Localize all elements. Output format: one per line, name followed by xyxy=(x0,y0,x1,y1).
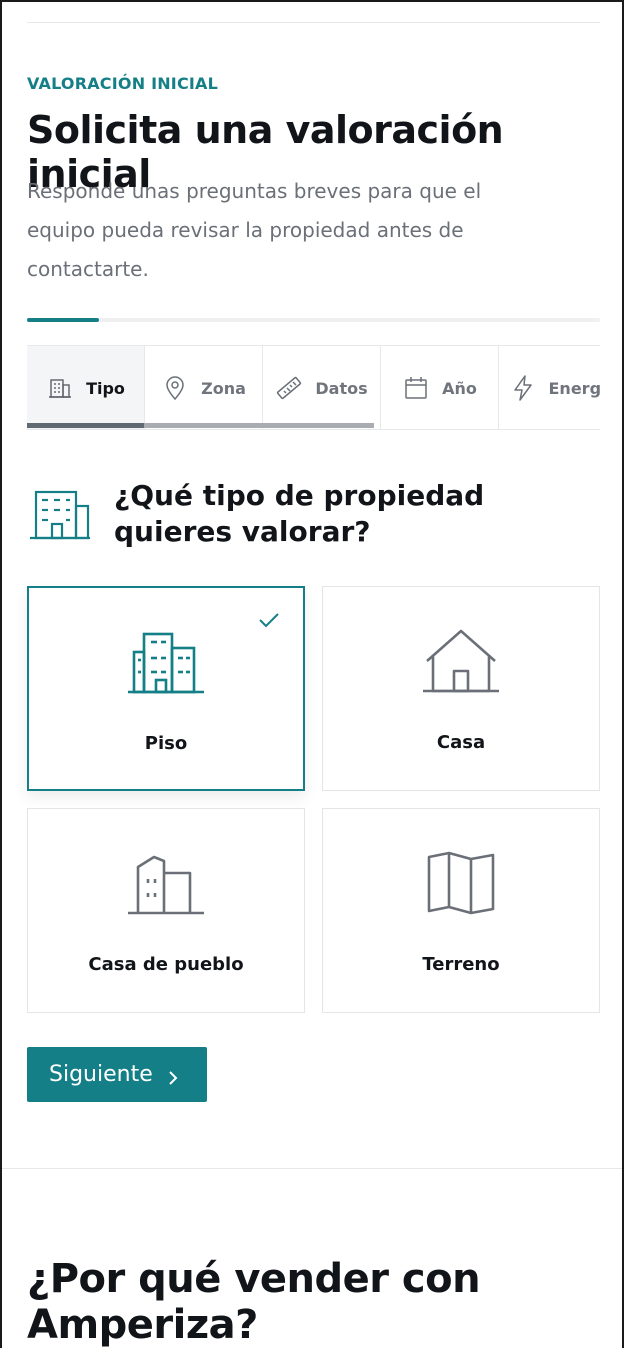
option-label: Piso xyxy=(144,733,188,754)
map-pin-icon xyxy=(161,374,189,402)
option-label: Casa de pueblo xyxy=(88,954,244,975)
town-house-icon xyxy=(124,849,208,921)
tab-energia[interactable]: Energí xyxy=(499,346,601,429)
form-description: Responde unas preguntas breves para que … xyxy=(27,179,482,281)
section-divider xyxy=(2,1168,622,1169)
why-sell-heading: ¿Por qué vender con Amperiza? xyxy=(27,1256,481,1348)
step-tabs: Tipo Zona Datos Año Energ xyxy=(27,345,600,430)
progress-bar xyxy=(27,318,600,322)
section-eyebrow: VALORACIÓN INICIAL xyxy=(27,74,219,93)
option-terreno[interactable]: Terreno xyxy=(322,808,600,1013)
tabs-scrollbar-thumb[interactable] xyxy=(27,423,144,428)
tab-label: Año xyxy=(442,378,477,398)
tab-label: Tipo xyxy=(86,378,125,398)
tab-tipo[interactable]: Tipo xyxy=(27,346,145,429)
option-piso[interactable]: Piso xyxy=(27,586,305,791)
checkmark-icon xyxy=(257,610,281,630)
tab-label: Zona xyxy=(201,378,246,398)
tab-datos[interactable]: Datos xyxy=(263,346,381,429)
next-button-label: Siguiente xyxy=(49,1062,153,1087)
tab-label: Energí xyxy=(548,378,601,398)
folded-map-icon xyxy=(419,849,503,921)
option-label: Casa xyxy=(436,732,486,753)
building-icon xyxy=(46,374,74,402)
page-frame: VALORACIÓN INICIAL Solicita una valoraci… xyxy=(0,0,624,1348)
next-button[interactable]: Siguiente xyxy=(27,1047,207,1102)
tab-label: Datos xyxy=(315,378,368,398)
building-icon xyxy=(28,488,92,542)
top-divider xyxy=(27,22,600,23)
option-casa-de-pueblo[interactable]: Casa de pueblo xyxy=(27,808,305,1013)
question-heading: ¿Qué tipo de propiedad quieres valorar? xyxy=(114,479,485,548)
tab-ano[interactable]: Año xyxy=(381,346,499,429)
option-label: Terreno xyxy=(422,954,500,975)
apartment-building-icon xyxy=(124,628,208,700)
tab-zona[interactable]: Zona xyxy=(145,346,263,429)
house-icon xyxy=(419,627,503,699)
progress-fill xyxy=(27,318,99,322)
option-casa[interactable]: Casa xyxy=(322,586,600,791)
chevron-right-icon xyxy=(167,1067,179,1085)
lightning-icon xyxy=(509,374,537,402)
ruler-icon xyxy=(275,374,303,402)
calendar-icon xyxy=(402,374,430,402)
